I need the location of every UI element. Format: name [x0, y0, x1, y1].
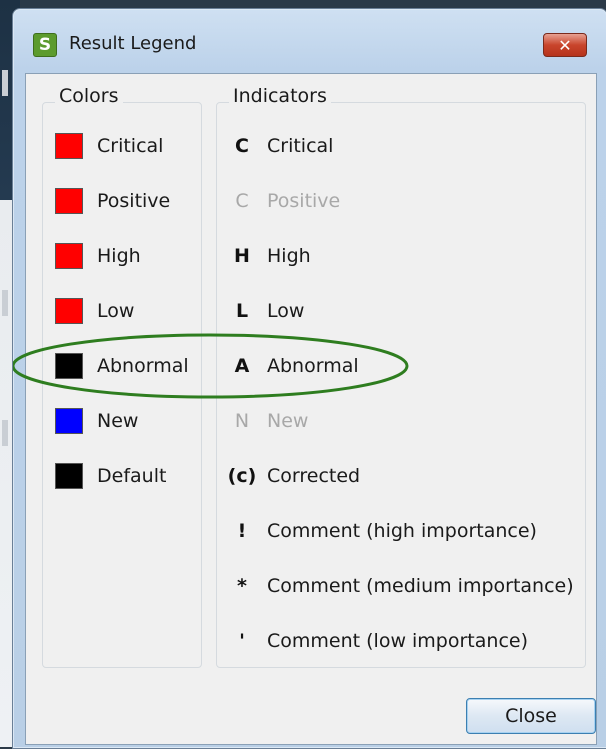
indicator-legend-row: A Abnormal — [217, 351, 585, 381]
indicator-label: High — [267, 245, 311, 267]
background-mark — [2, 420, 8, 446]
color-swatch — [55, 298, 83, 324]
color-legend-row: Critical — [43, 131, 201, 161]
indicator-code: A — [234, 355, 250, 377]
color-legend-row: Positive — [43, 186, 201, 216]
indicator-label: Corrected — [267, 465, 361, 487]
indicator-label: Critical — [267, 135, 334, 157]
indicator-code: (c) — [227, 465, 257, 487]
color-label: Low — [97, 300, 135, 322]
indicator-label: Positive — [267, 190, 341, 212]
indicator-code: N — [234, 410, 250, 432]
indicator-code: * — [237, 575, 247, 597]
title-bar[interactable]: S Result Legend ✕ — [13, 9, 606, 73]
indicator-legend-row: ! Comment (high importance) — [217, 516, 585, 546]
color-label: New — [97, 410, 139, 432]
color-legend-row: Default — [43, 461, 201, 491]
color-swatch — [55, 463, 83, 489]
indicators-group: Indicators C Critical C Positive H High L Low A A… — [216, 85, 586, 668]
indicator-legend-row: L Low — [217, 296, 585, 326]
indicator-legend-row: (c) Corrected — [217, 461, 585, 491]
color-label: Default — [97, 465, 167, 487]
color-swatch — [55, 408, 83, 434]
color-label: High — [97, 245, 141, 267]
color-label: Critical — [97, 135, 164, 157]
indicator-legend-row: H High — [217, 241, 585, 271]
indicator-label: Low — [267, 300, 305, 322]
indicator-label: Comment (high importance) — [267, 520, 537, 542]
background-mark — [2, 290, 8, 316]
app-icon: S — [33, 33, 57, 57]
color-swatch — [55, 133, 83, 159]
color-legend-row: New — [43, 406, 201, 436]
indicator-label: Comment (low importance) — [267, 630, 528, 652]
indicator-legend-row: ' Comment (low importance) — [217, 626, 585, 656]
indicator-label: New — [267, 410, 309, 432]
dialog-content: Colors Critical Positive High Low Abnormal Ne… — [25, 73, 597, 745]
colors-group: Colors Critical Positive High Low Abnormal Ne… — [42, 85, 202, 668]
close-window-button[interactable]: ✕ — [543, 33, 587, 57]
indicator-code: H — [234, 245, 250, 267]
indicator-legend-row: N New — [217, 406, 585, 436]
indicator-legend-row: * Comment (medium importance) — [217, 571, 585, 601]
indicator-code: L — [235, 300, 249, 322]
result-legend-dialog: S Result Legend ✕ Colors Critical Positiv… — [12, 8, 606, 749]
colors-group-title: Colors — [55, 85, 123, 107]
background-mark — [2, 70, 8, 96]
indicator-legend-row: C Positive — [217, 186, 585, 216]
color-label: Positive — [97, 190, 171, 212]
indicator-label: Comment (medium importance) — [267, 575, 574, 597]
indicator-code: ' — [239, 630, 245, 652]
indicator-label: Abnormal — [267, 355, 359, 377]
color-legend-row: High — [43, 241, 201, 271]
indicator-legend-row: C Critical — [217, 131, 585, 161]
color-swatch — [55, 243, 83, 269]
indicator-code: C — [235, 190, 249, 212]
color-legend-row: Low — [43, 296, 201, 326]
color-swatch — [55, 353, 83, 379]
indicator-code: C — [235, 135, 249, 157]
indicators-group-title: Indicators — [229, 85, 331, 107]
color-label: Abnormal — [97, 355, 189, 377]
color-legend-row: Abnormal — [43, 351, 201, 381]
close-button[interactable]: Close — [466, 698, 596, 734]
color-swatch — [55, 188, 83, 214]
window-title: Result Legend — [69, 33, 197, 54]
close-icon: ✕ — [558, 35, 572, 55]
indicator-code: ! — [237, 520, 247, 542]
